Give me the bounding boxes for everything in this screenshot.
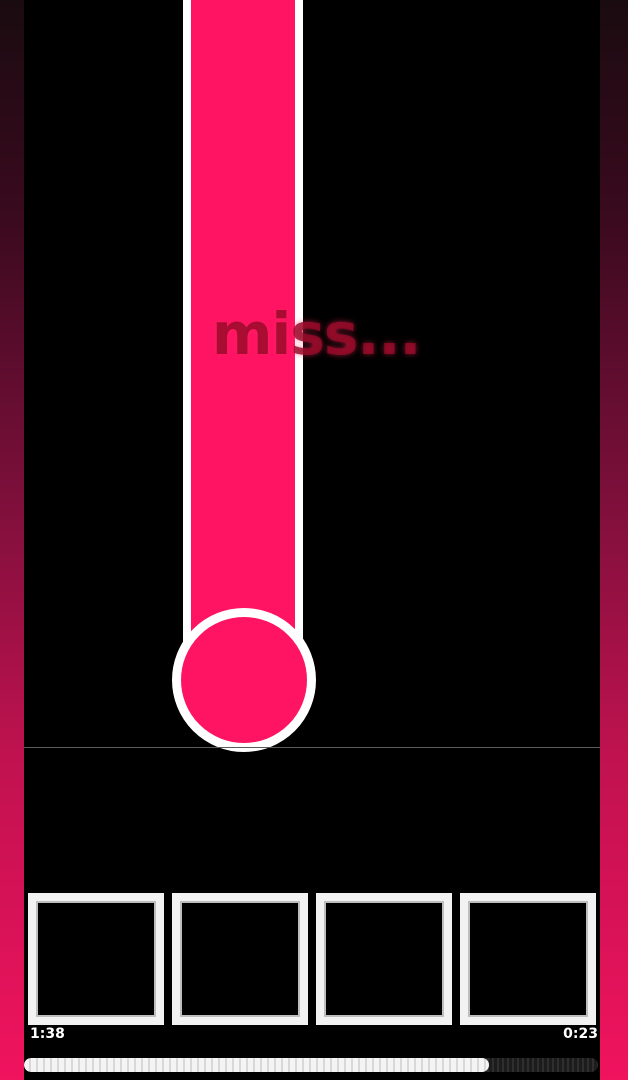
playfield: miss... 1:38 0:23 [24, 0, 600, 1080]
remaining-time: 0:23 [563, 1026, 598, 1042]
lane-key-1[interactable] [28, 893, 164, 1025]
left-side-glow [0, 0, 24, 1080]
lane-keys [28, 893, 598, 1025]
song-progress-fill [24, 1058, 489, 1072]
game-screen: miss... 1:38 0:23 [0, 0, 628, 1080]
lane-key-2[interactable] [172, 893, 308, 1025]
hold-note-head [172, 608, 316, 752]
elapsed-time: 1:38 [30, 1026, 65, 1042]
lane-key-3[interactable] [316, 893, 452, 1025]
judgement-line [24, 747, 600, 748]
right-side-glow [600, 0, 628, 1080]
song-progress-bar [24, 1058, 598, 1072]
lane-key-4[interactable] [460, 893, 596, 1025]
judgement-text: miss... [212, 300, 421, 368]
